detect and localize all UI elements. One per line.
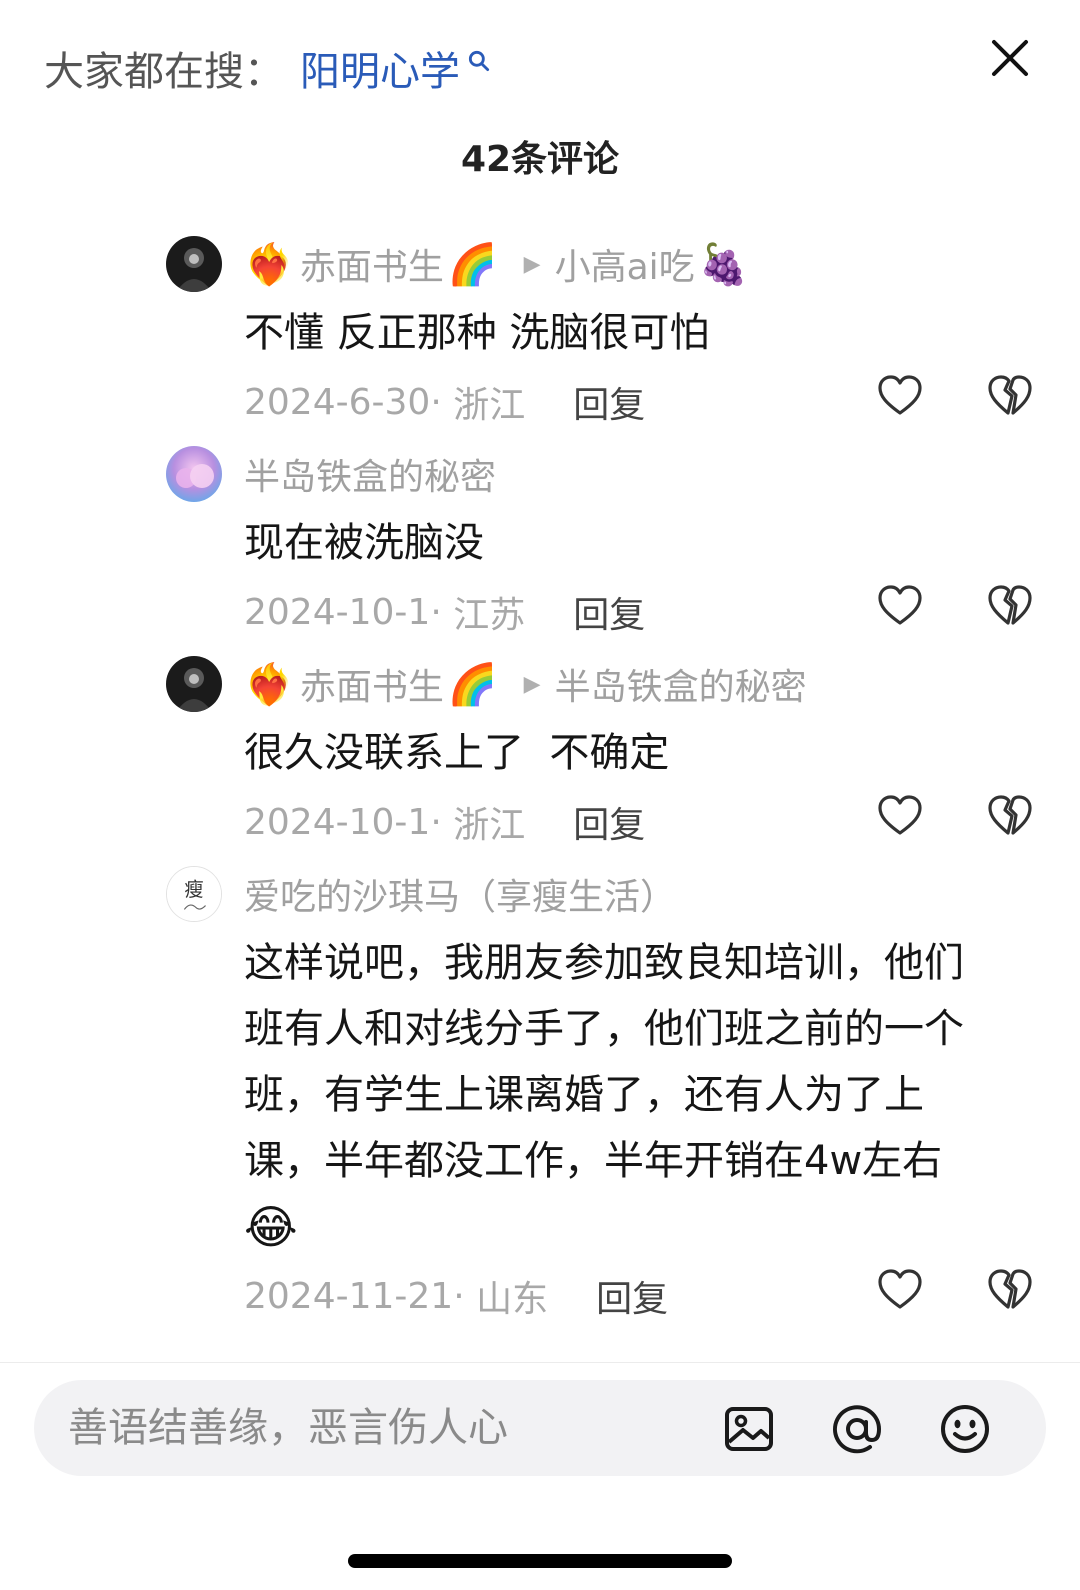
comment-date: 2024-11-21: [244, 1275, 454, 1317]
heart-icon[interactable]: [876, 1266, 924, 1314]
reply-to-user[interactable]: 小高ai吃: [555, 238, 695, 290]
comment-text-emoji: 😂: [244, 1200, 298, 1254]
comment-location: 浙江: [453, 805, 526, 846]
heart-icon[interactable]: [876, 792, 924, 840]
broken-heart-icon[interactable]: [986, 792, 1034, 840]
comment-text-line: 课，半年都没工作，半年开销在4w左右: [244, 1138, 943, 1184]
comment-author[interactable]: 赤面书生: [300, 238, 444, 290]
avatar[interactable]: [166, 446, 222, 502]
broken-heart-icon[interactable]: [986, 372, 1034, 420]
home-indicator[interactable]: [348, 1554, 732, 1568]
comment-location: 江苏: [453, 595, 526, 636]
comment-count-title: 42条评论: [460, 139, 620, 180]
comment-header: ❤️‍🔥 赤面书生 🌈 ▶ 小高ai吃 🍇: [244, 236, 1020, 292]
heart-icon[interactable]: [876, 582, 924, 630]
comment-header: ❤️‍🔥 赤面书生 🌈 ▶ 半岛铁盒的秘密: [244, 656, 1020, 712]
avatar[interactable]: 瘦: [166, 866, 222, 922]
comment-date: 2024-10-1: [244, 591, 431, 633]
comment-text: 现在被洗脑没: [244, 520, 484, 566]
comment-location: 山东: [476, 1279, 549, 1320]
author-badge-emoji: 🌈: [447, 241, 498, 288]
author-emoji: ❤️‍🔥: [244, 661, 294, 708]
avatar[interactable]: [166, 656, 222, 712]
broken-heart-icon[interactable]: [986, 1266, 1034, 1314]
comment-input-bar[interactable]: 善语结善缘，恶言伤人心: [34, 1380, 1046, 1476]
comment-input-placeholder[interactable]: 善语结善缘，恶言伤人心: [68, 1380, 508, 1476]
comment-author[interactable]: 爱吃的沙琪马（享瘦生活）: [244, 868, 676, 920]
comment-text-line: 班，有学生上课离婚了，还有人为了上: [244, 1072, 924, 1118]
comment-text-line: 这样说吧，我朋友参加致良知培训，他们: [244, 940, 964, 986]
comment-sheet: 大家都在搜： 阳明心学 42条评论 ❤️‍🔥 赤面书生 🌈 ▶ 小高ai吃 🍇: [0, 0, 1080, 1590]
comment-text-line: 班有人和对线分手了，他们班之前的一个: [244, 1006, 964, 1052]
reply-button[interactable]: 回复: [573, 376, 645, 428]
reply-arrow-icon: ▶: [523, 671, 541, 697]
reply-button[interactable]: 回复: [573, 586, 645, 638]
search-icon: [468, 50, 490, 72]
comment-date: 2024-6-30: [244, 381, 431, 423]
comment-author[interactable]: 半岛铁盒的秘密: [244, 448, 496, 500]
heart-icon[interactable]: [876, 372, 924, 420]
reply-button[interactable]: 回复: [596, 1270, 668, 1322]
trending-search-keyword[interactable]: 阳明心学: [300, 39, 460, 97]
comment-text: 这样说吧，我朋友参加致良知培训，他们 班有人和对线分手了，他们班之前的一个 班，…: [244, 930, 1020, 1260]
comment-text: 很久没联系上了 不确定: [244, 730, 670, 776]
broken-heart-icon[interactable]: [986, 582, 1034, 630]
avatar-text: 瘦: [184, 878, 203, 901]
trending-search-prefix: 大家都在搜：: [44, 49, 284, 95]
comment-header: 半岛铁盒的秘密: [244, 446, 1020, 502]
reply-button[interactable]: 回复: [573, 796, 645, 848]
author-emoji: ❤️‍🔥: [244, 241, 294, 288]
comment-text: 不懂 反正那种 洗脑很可怕: [244, 310, 710, 356]
reply-arrow-icon: ▶: [523, 251, 541, 277]
close-icon[interactable]: [986, 34, 1034, 82]
comment-date: 2024-10-1: [244, 801, 431, 843]
input-divider: [0, 1362, 1080, 1363]
author-badge-emoji: 🌈: [447, 661, 498, 708]
at-icon[interactable]: [830, 1402, 884, 1456]
reply-to-user[interactable]: 半岛铁盒的秘密: [555, 658, 807, 710]
avatar[interactable]: [166, 236, 222, 292]
image-icon[interactable]: [722, 1402, 776, 1456]
trending-search-hint[interactable]: 大家都在搜： 阳明心学: [44, 40, 492, 96]
reply-to-emoji: 🍇: [698, 241, 749, 288]
comment-author[interactable]: 赤面书生: [300, 658, 444, 710]
emoji-icon[interactable]: [938, 1402, 992, 1456]
comment-header: 爱吃的沙琪马（享瘦生活）: [244, 866, 1020, 922]
comment-location: 浙江: [453, 385, 526, 426]
